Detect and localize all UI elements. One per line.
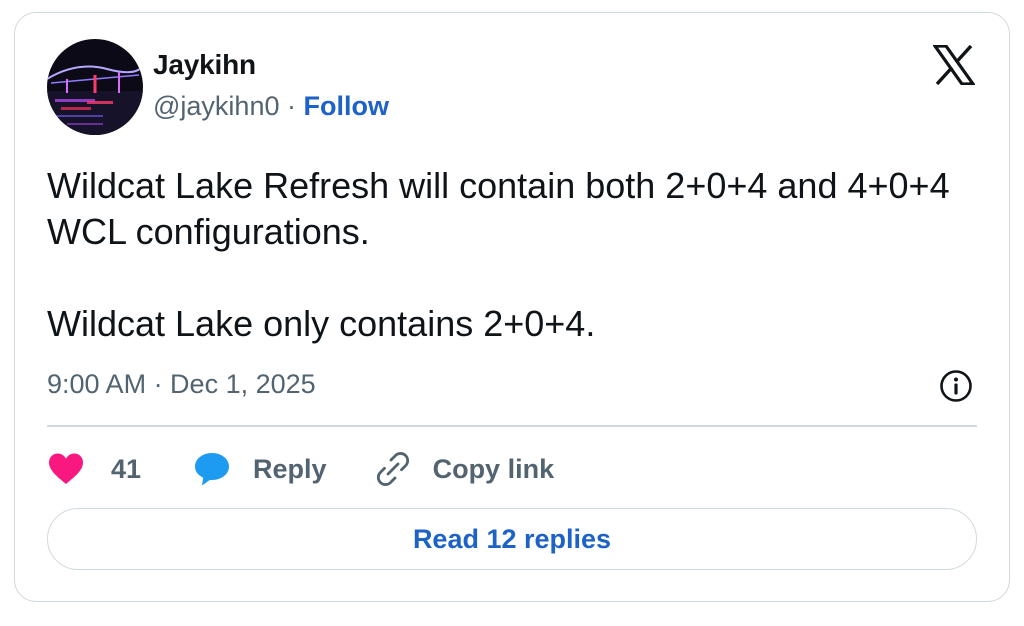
reply-button[interactable]: Reply [193, 451, 375, 487]
x-logo-icon[interactable] [931, 44, 977, 86]
heart-icon [47, 452, 85, 486]
handle-separator: · [287, 91, 296, 121]
copy-link-label: Copy link [432, 453, 555, 484]
follow-button[interactable]: Follow [304, 91, 389, 121]
action-bar: 41 Reply Copy link [47, 449, 554, 489]
like-count: 41 [111, 453, 142, 484]
tweet-text: Wildcat Lake Refresh will contain both 2… [47, 163, 967, 347]
like-button[interactable]: 41 [47, 452, 193, 486]
reply-label: Reply [253, 453, 327, 484]
author-handle[interactable]: @jaykihn0 [153, 91, 279, 121]
tweet-card: Jaykihn @jaykihn0 · Follow Wildcat Lake … [14, 12, 1010, 602]
divider [47, 425, 977, 427]
copy-link-button[interactable]: Copy link [375, 451, 555, 487]
tweet-paragraph: Wildcat Lake Refresh will contain both 2… [47, 165, 950, 252]
speech-bubble-icon [193, 451, 231, 487]
tweet-timestamp[interactable]: 9:00 AM · Dec 1, 2025 [47, 369, 316, 400]
author-name[interactable]: Jaykihn [153, 49, 256, 81]
tweet-paragraph: Wildcat Lake only contains 2+0+4. [47, 303, 596, 344]
link-icon [375, 451, 411, 487]
author-handle-row: @jaykihn0 · Follow [153, 91, 389, 122]
info-icon[interactable] [939, 369, 973, 403]
read-replies-button[interactable]: Read 12 replies [47, 508, 977, 570]
avatar[interactable] [47, 39, 143, 135]
